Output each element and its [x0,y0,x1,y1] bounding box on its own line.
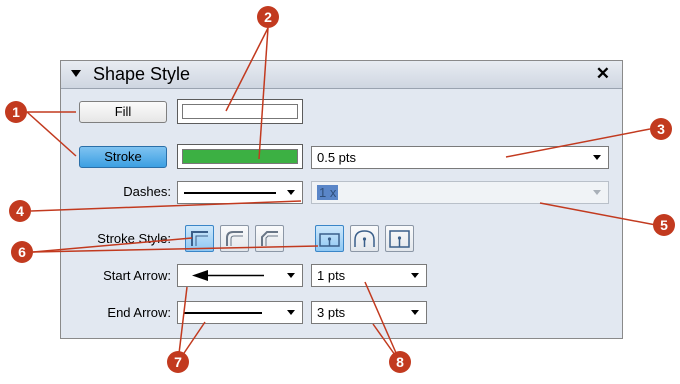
callout-6: 6 [11,241,33,263]
callout-1: 1 [5,101,27,123]
callout-7: 7 [167,351,189,373]
callout-8: 8 [389,351,411,373]
callout-leader-lines [26,27,657,363]
callout-5: 5 [653,214,675,236]
callout-3: 3 [650,118,672,140]
callout-2: 2 [257,6,279,28]
callout-4: 4 [9,200,31,222]
